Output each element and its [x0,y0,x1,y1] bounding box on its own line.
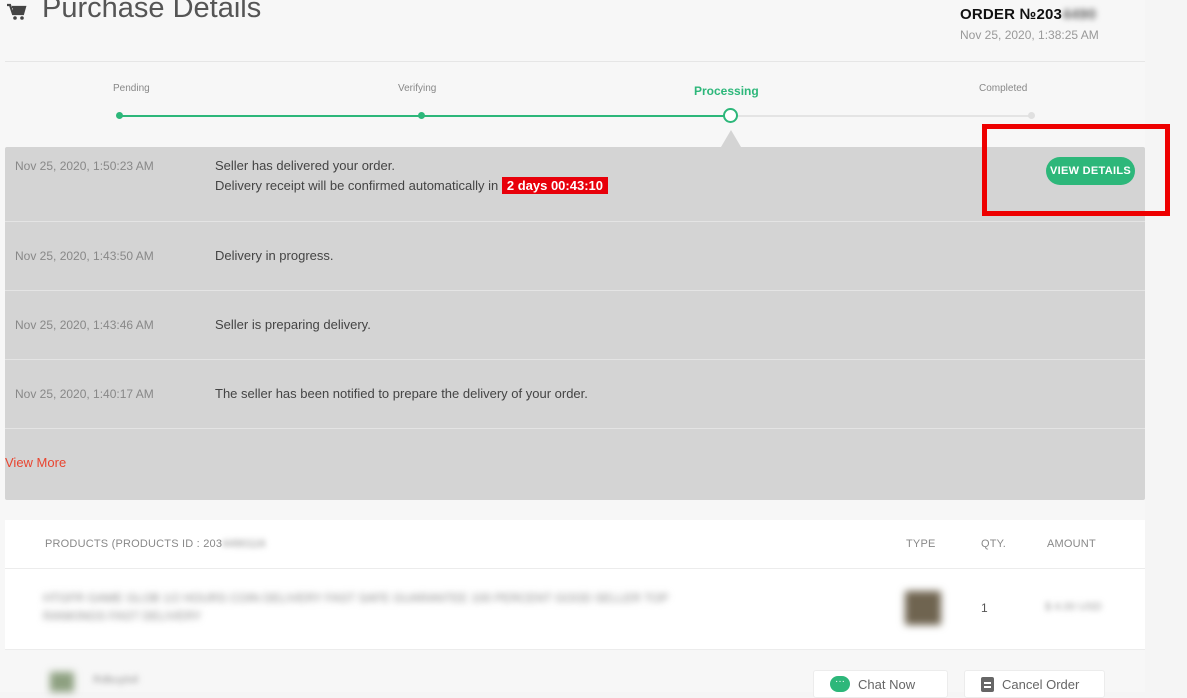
cancel-order-label: Cancel Order [1002,676,1080,692]
page-title-text: Purchase Details [42,0,262,24]
step-dot-pending [116,112,123,119]
step-label-pending: Pending [113,83,150,94]
order-number-prefix: ORDER №203 [960,6,1063,23]
event-message: Seller is preparing delivery. [215,317,371,332]
seller-name-redacted[interactable]: Rdbuyloil [93,674,138,686]
event-message-line2: Delivery receipt will be confirmed autom… [215,176,608,196]
products-header: PRODUCTS (PRODUCTS ID : 2034490116 TYPE … [5,520,1145,569]
column-amount: AMOUNT [1047,538,1096,550]
cart-icon [6,0,28,20]
header-divider [5,61,1145,62]
products-panel: PRODUCTS (PRODUCTS ID : 2034490116 TYPE … [5,520,1145,698]
timeline-pointer [721,130,741,147]
step-dot-processing [723,108,738,123]
view-more-link[interactable]: View More [5,455,66,470]
chat-now-label: Chat Now [858,676,916,692]
progress-track-remaining [737,115,1031,117]
document-icon [981,676,994,692]
auto-confirm-text: Delivery receipt will be confirmed autom… [215,178,499,193]
products-id-redacted: 4490116 [222,538,266,550]
products-id-prefix: PRODUCTS (PRODUCTS ID : 203 [45,538,223,550]
product-amount-redacted: $ 4.00 USD [1045,601,1102,613]
event-message: Seller has delivered your order. Deliver… [215,156,608,196]
step-dot-completed [1028,112,1035,119]
order-progress-tracker: Pending Verifying Processing Completed [0,70,1145,145]
step-dot-verifying [418,112,425,119]
product-name-line2: RANKINGS FAST DELIVERY [43,609,202,623]
order-number: ORDER №2034490 [960,6,1096,23]
column-type: TYPE [906,538,936,550]
product-type-thumbnail [905,591,941,625]
order-date: Nov 25, 2020, 1:38:25 AM [960,28,1099,42]
event-time: Nov 25, 2020, 1:43:50 AM [15,249,154,263]
event-time: Nov 25, 2020, 1:50:23 AM [15,159,154,173]
event-message: The seller has been notified to prepare … [215,386,588,401]
seller-avatar [50,672,74,692]
event-time: Nov 25, 2020, 1:40:17 AM [15,387,154,401]
seller-row: Rdbuyloil ··· Chat Now Cancel Order [5,650,1145,698]
order-number-redacted: 4490 [1062,6,1097,23]
timeline-event: Nov 25, 2020, 1:40:17 AM The seller has … [5,360,1145,429]
product-row: HTGFR GAME GLOB 1/2 HOURS COIN DELIVERY … [5,569,1145,650]
order-timeline: Nov 25, 2020, 1:50:23 AM Seller has deli… [5,147,1145,500]
event-message: Delivery in progress. [215,248,334,263]
annotation-highlight-box [982,124,1170,216]
event-message-line1: Seller has delivered your order. [215,158,395,173]
timeline-event: Nov 25, 2020, 1:43:50 AM Delivery in pro… [5,222,1145,291]
product-name-line1: HTGFR GAME GLOB 1/2 HOURS COIN DELIVERY … [43,591,669,605]
product-name-redacted[interactable]: HTGFR GAME GLOB 1/2 HOURS COIN DELIVERY … [43,589,743,625]
page-title: Purchase Details [6,0,261,25]
event-time: Nov 25, 2020, 1:43:46 AM [15,318,154,332]
countdown-badge: 2 days 00:43:10 [501,177,608,194]
products-id-label: PRODUCTS (PRODUCTS ID : 2034490116 [45,538,266,550]
cancel-order-button[interactable]: Cancel Order [964,670,1105,698]
chat-now-button[interactable]: ··· Chat Now [813,670,948,698]
step-label-processing: Processing [694,84,759,98]
product-qty: 1 [981,601,988,615]
step-label-completed: Completed [979,83,1028,94]
column-qty: QTY. [981,538,1007,550]
step-label-verifying: Verifying [398,83,437,94]
chat-bubble-icon: ··· [830,676,850,692]
timeline-event: Nov 25, 2020, 1:43:46 AM Seller is prepa… [5,291,1145,360]
timeline-event: Nov 25, 2020, 1:50:23 AM Seller has deli… [5,147,1145,222]
